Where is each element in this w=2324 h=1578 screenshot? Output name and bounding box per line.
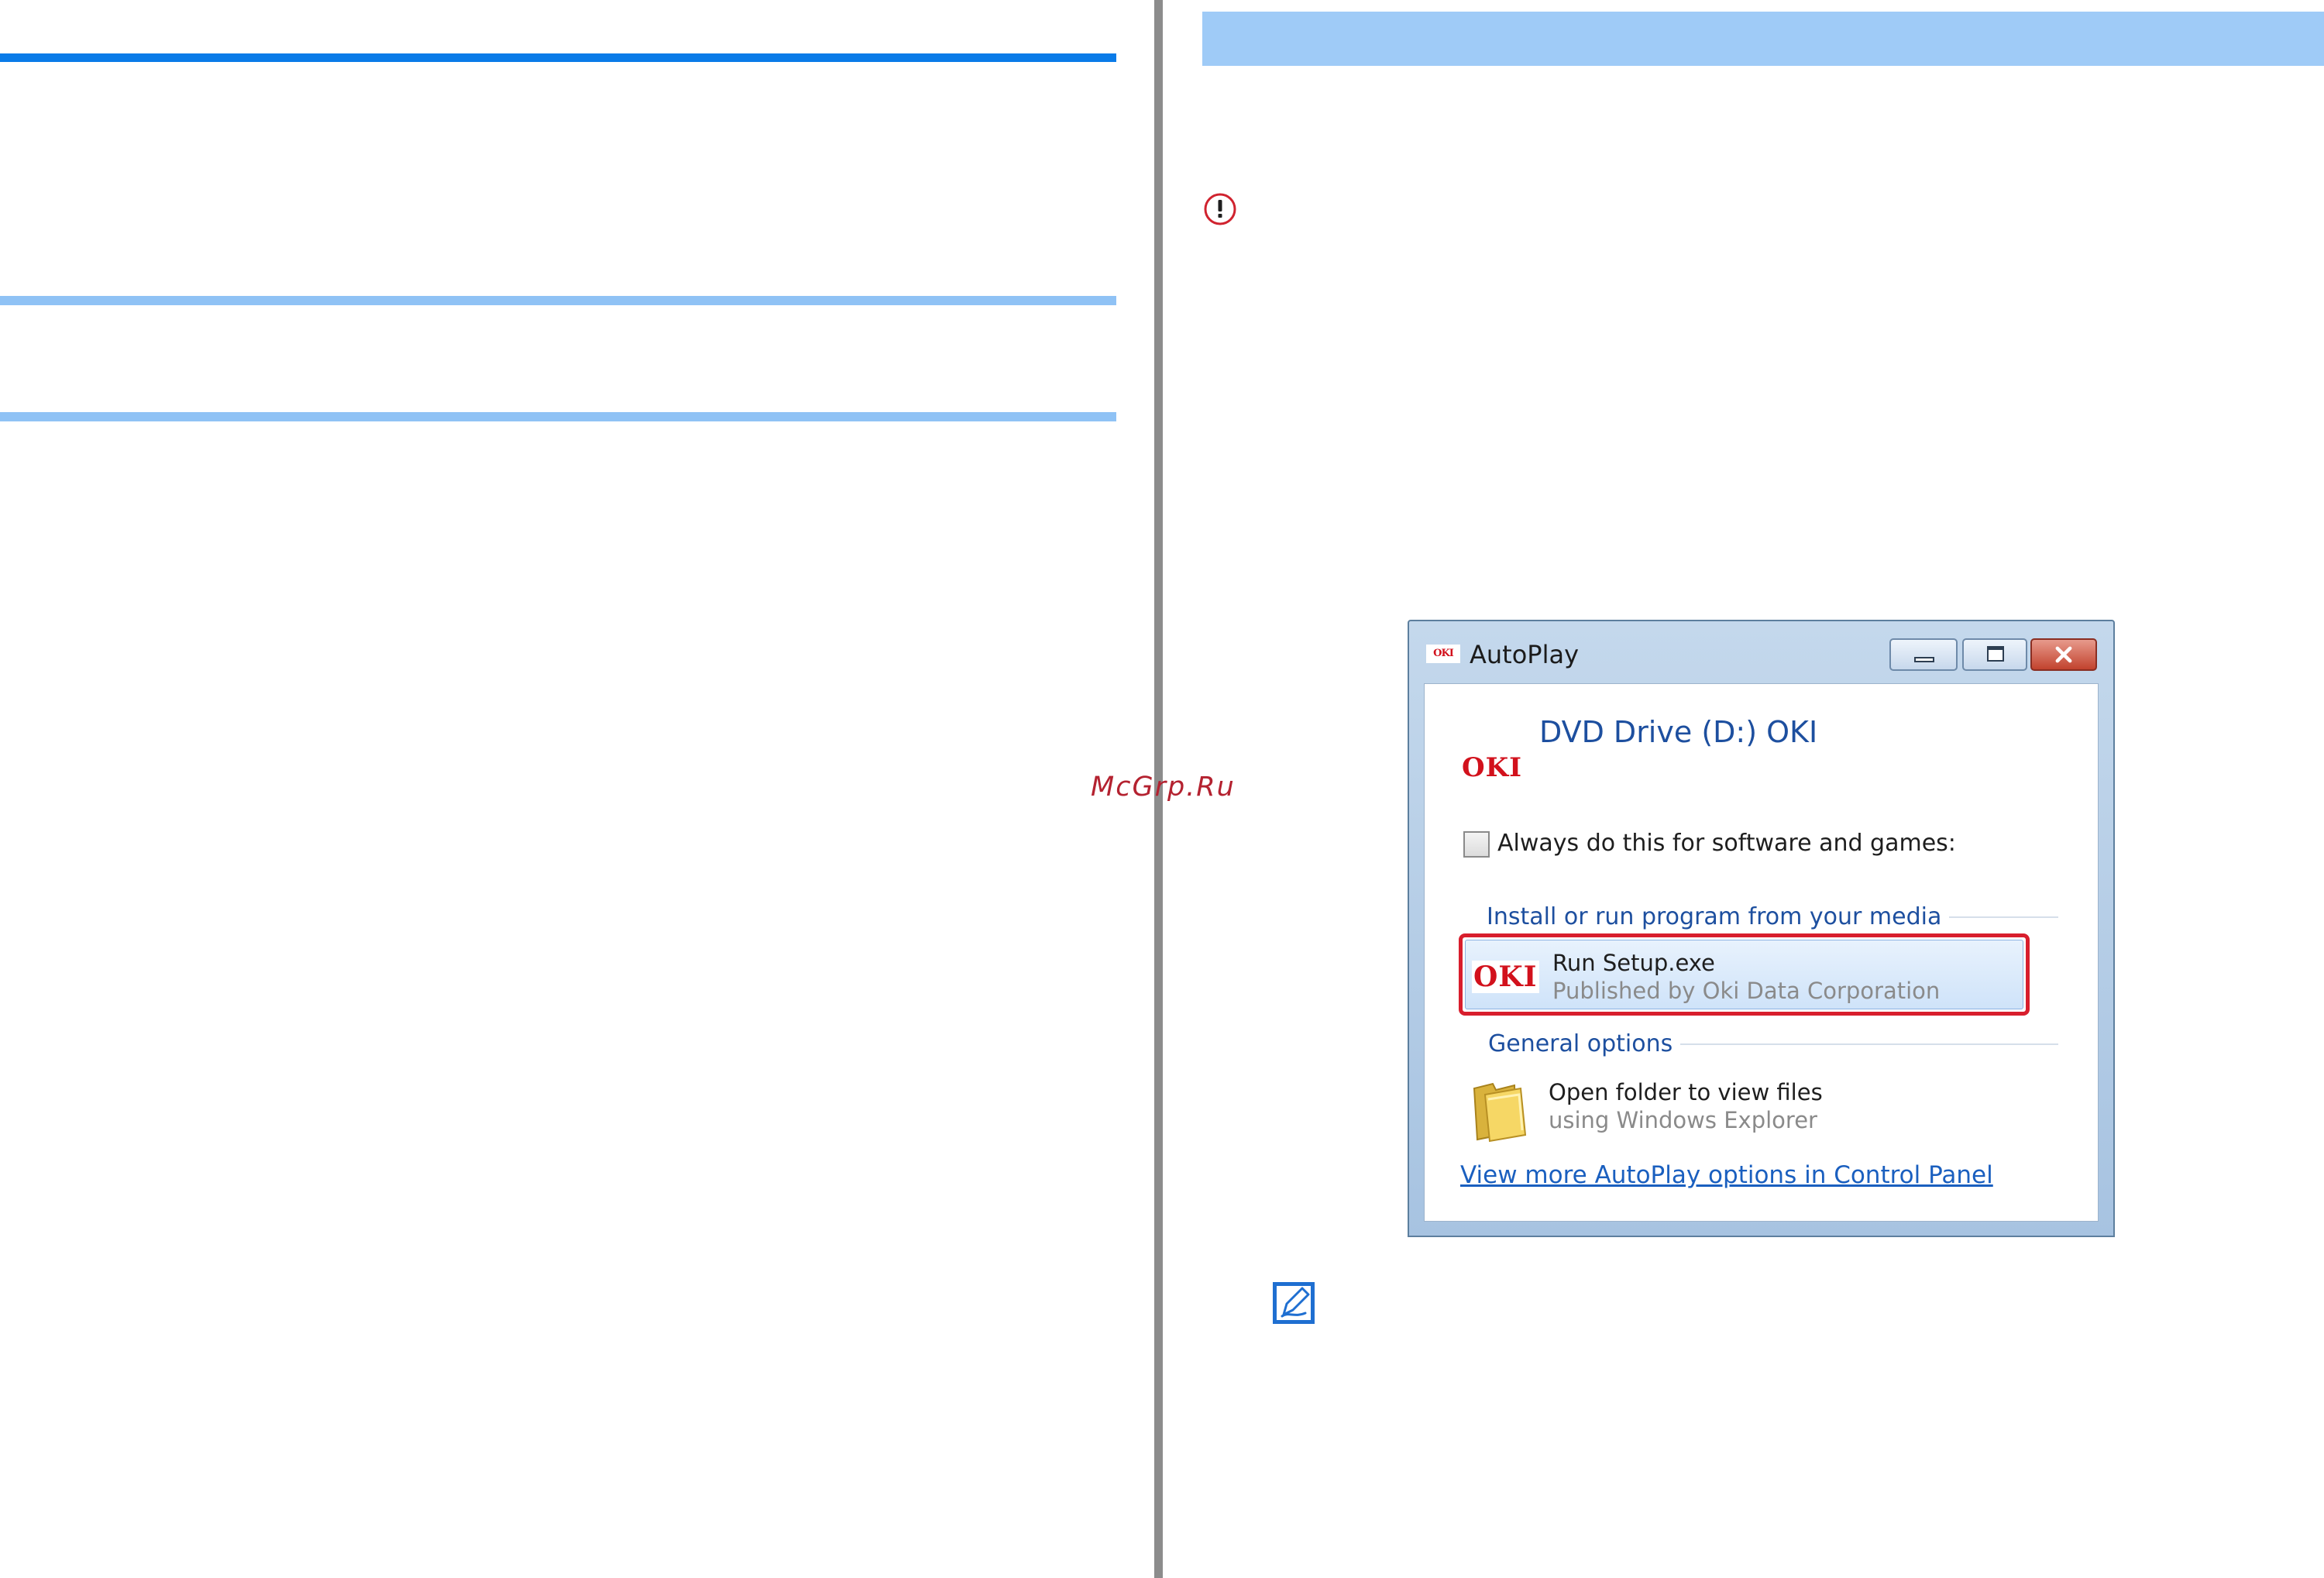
run-setup-title: Run Setup.exe <box>1552 950 1715 976</box>
drive-oki-logo: OKI <box>1462 752 1523 783</box>
drive-title: DVD Drive (D:) OKI <box>1539 715 1818 749</box>
install-section-heading: Install or run program from your media <box>1487 903 1950 930</box>
left-section-rule-2 <box>0 412 1116 421</box>
right-heading-band <box>1202 12 2324 66</box>
left-section-rule-1 <box>0 296 1116 305</box>
maximize-button[interactable] <box>1962 638 2027 671</box>
run-oki-logo: OKI <box>1472 961 1539 993</box>
note-pencil-icon <box>1273 1282 1315 1324</box>
run-setup-highlight: OKI Run Setup.exe Published by Oki Data … <box>1465 940 2023 1009</box>
always-do-checkbox[interactable] <box>1463 831 1490 858</box>
folder-icon <box>1473 1082 1527 1143</box>
always-do-label: Always do this for software and games: <box>1497 830 1956 857</box>
run-setup-publisher: Published by Oki Data Corporation <box>1552 978 1941 1004</box>
maximize-icon <box>1987 646 2004 662</box>
autoplay-content: OKI DVD Drive (D:) OKI Always do this fo… <box>1424 683 2099 1222</box>
open-folder-option[interactable]: Open folder to view files using Windows … <box>1459 1071 2047 1149</box>
close-icon <box>2055 646 2072 663</box>
autoplay-window: OKI AutoPlay OKI DVD Drive (D:) OKI Alwa… <box>1408 620 2115 1237</box>
control-panel-link[interactable]: View more AutoPlay options in Control Pa… <box>1460 1161 1993 1189</box>
caution-icon <box>1204 193 1236 225</box>
open-folder-title: Open folder to view files <box>1549 1079 1823 1105</box>
general-section-heading: General options <box>1488 1030 1681 1057</box>
minimize-button[interactable] <box>1889 638 1958 671</box>
window-title: AutoPlay <box>1470 640 1580 669</box>
open-folder-subtitle: using Windows Explorer <box>1549 1107 1817 1133</box>
title-oki-logo: OKI <box>1426 645 1460 663</box>
window-titlebar[interactable]: OKI AutoPlay <box>1409 621 2113 683</box>
left-heading-rule <box>0 53 1116 62</box>
minimize-icon <box>1914 657 1934 662</box>
watermark: McGrp.Ru <box>1091 772 1236 803</box>
run-setup-option[interactable]: OKI Run Setup.exe Published by Oki Data … <box>1459 933 2030 1016</box>
close-button[interactable] <box>2030 638 2097 671</box>
